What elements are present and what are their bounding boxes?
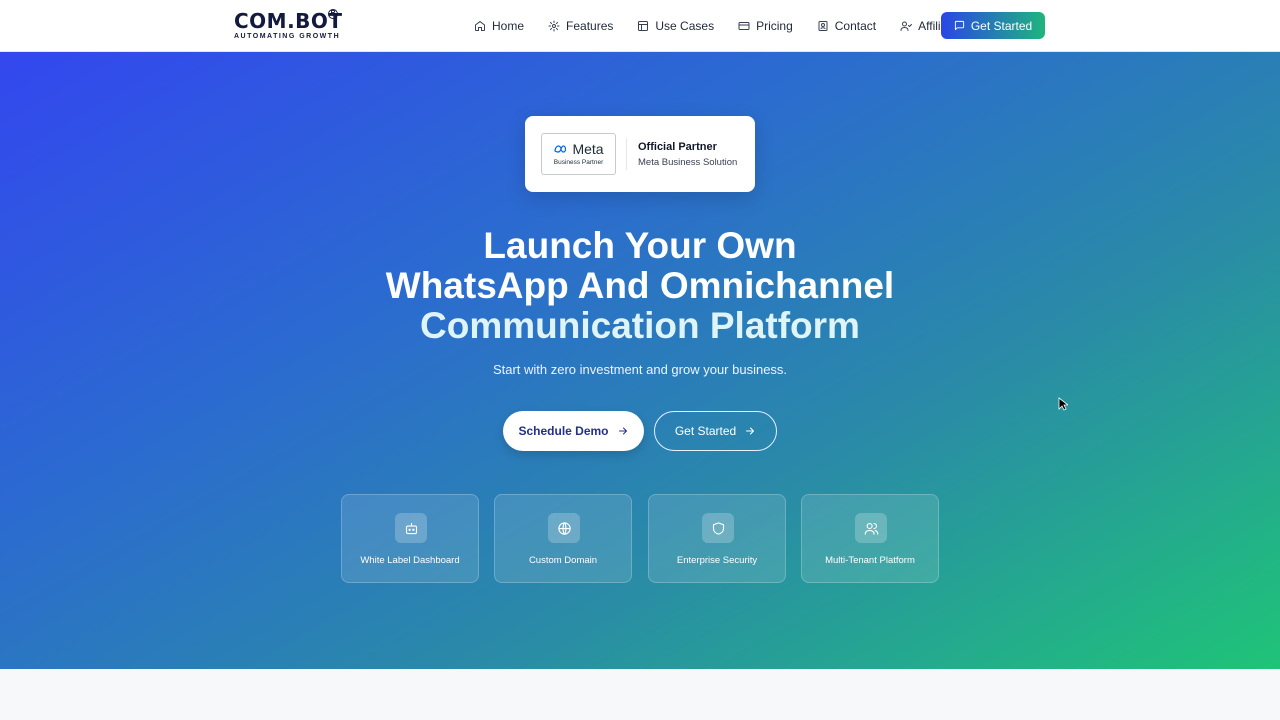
brand-name: COM.BOT [234,9,343,33]
arrow-right-icon [618,427,627,435]
headline-line-1: Launch Your Own [483,225,797,266]
shield-icon [712,521,724,535]
feature-card-enterprise-security[interactable]: Enterprise Security [648,494,786,583]
layout-icon [638,21,649,31]
bot-icon [405,522,417,534]
arrow-right-icon [746,427,755,435]
users-icon [900,21,913,31]
nav-item-label: Contact [834,19,877,33]
registered-mark: R [328,9,338,19]
brand-tagline: AUTOMATING GROWTH [234,33,341,40]
feature-label: White Label Dashboard [360,555,460,566]
credit-card-icon [738,22,750,30]
nav-item-use-cases[interactable]: Use Cases [637,12,714,40]
brand-logo[interactable]: COM.BOT AUTOMATING GROWTH R [234,9,343,41]
feature-card-white-label[interactable]: White Label Dashboard [341,494,479,583]
home-icon [475,21,485,31]
gear-icon [548,20,560,32]
partner-title: Official Partner [638,141,717,153]
meta-partner-logo: Meta Business Partner [541,133,616,175]
feature-card-custom-domain[interactable]: Custom Domain [494,494,632,583]
hero-get-started-button[interactable]: Get Started [654,411,777,451]
nav-cta-label: Get Started [970,18,1033,33]
meta-logo-text: Meta [572,141,604,157]
feature-card-multi-tenant[interactable]: Multi-Tenant Platform [801,494,939,583]
contact-icon [818,21,828,31]
hero-subtitle: Start with zero investment and grow your… [492,362,788,377]
globe-icon [557,521,571,535]
message-icon [954,20,964,31]
feature-label: Multi-Tenant Platform [825,555,915,566]
nav-item-pricing[interactable]: Pricing [738,12,793,40]
partner-divider [626,138,627,170]
nav-item-contact[interactable]: Contact [817,12,876,40]
headline-line-2: WhatsApp And Omnichannel [385,265,895,306]
users-icon [864,522,878,535]
mouse-cursor-icon [1058,397,1068,411]
hero-headline: Launch Your Own WhatsApp And Omnichannel… [0,226,1280,346]
hero-get-started-label: Get Started [674,424,737,438]
nav-get-started-button[interactable]: Get Started [941,12,1045,39]
feature-label: Custom Domain [528,555,598,566]
nav-item-home[interactable]: Home [474,12,524,40]
partner-badge: Meta Business Partner Official Partner M… [525,116,755,192]
nav-item-features[interactable]: Features [548,12,613,40]
partner-subtitle: Meta Business Solution [638,157,738,168]
nav-item-label: Pricing [756,19,793,33]
hero-section: Meta Business Partner Official Partner M… [0,52,1280,669]
navbar: COM.BOT AUTOMATING GROWTH R Home Feature… [0,0,1280,52]
schedule-demo-button[interactable]: Schedule Demo [503,411,644,451]
schedule-demo-label: Schedule Demo [518,424,609,438]
nav-item-label: Features [566,19,614,33]
meta-logo-sub: Business Partner [553,159,604,166]
headline-line-3: Communication Platform [420,305,860,346]
nav-item-label: Home [492,19,525,33]
nav-item-label: Use Cases [655,19,715,33]
feature-label: Enterprise Security [676,555,758,566]
main-nav: Home Features Use Cases Pricing Contact … [474,12,981,40]
meta-infinity-icon [554,145,567,153]
